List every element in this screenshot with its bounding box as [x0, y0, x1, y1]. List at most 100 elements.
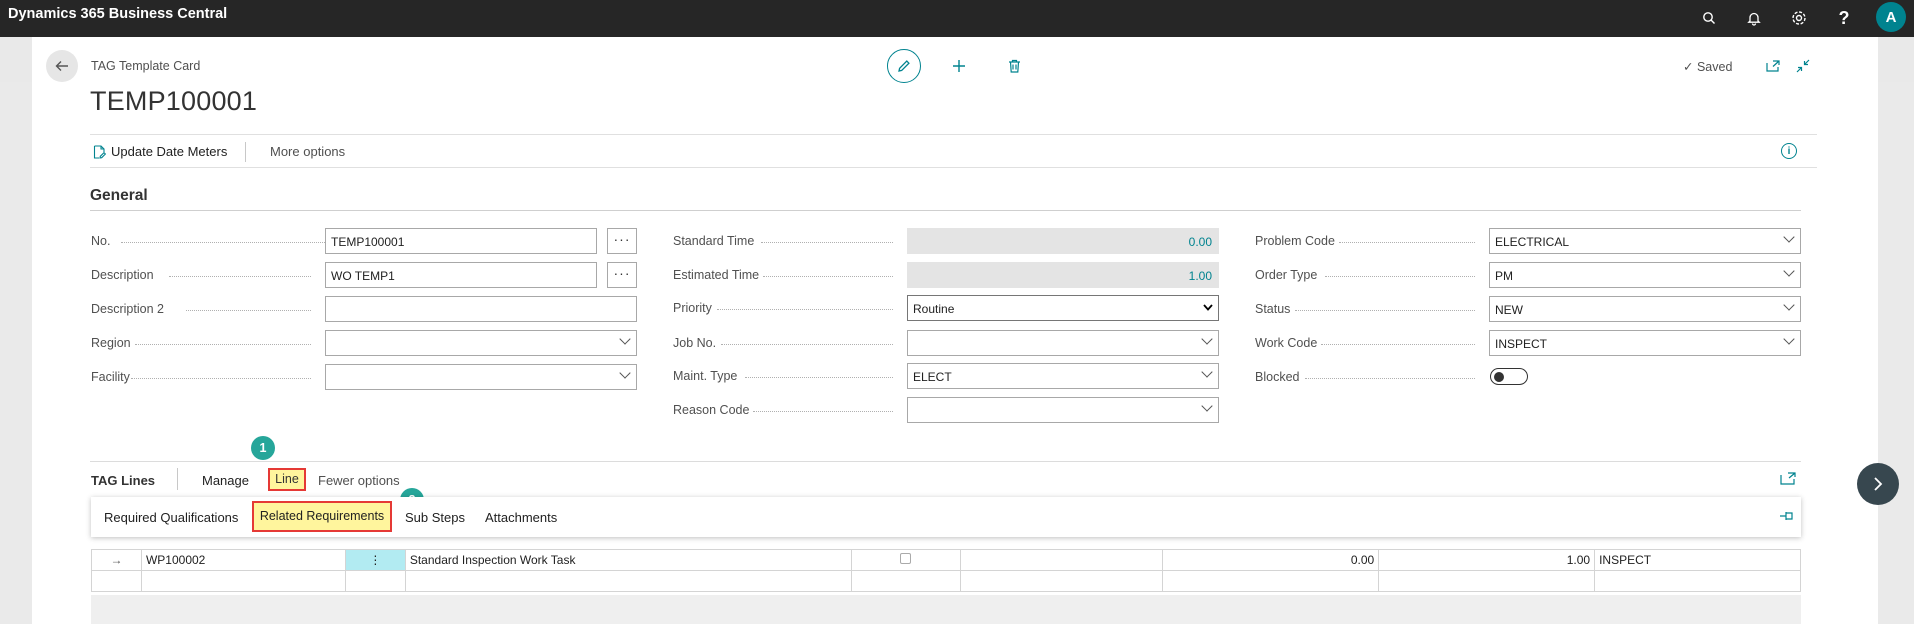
- saved-status: ✓ Saved: [1683, 59, 1732, 74]
- description-cell[interactable]: Standard Inspection Work Task: [404, 549, 852, 571]
- maint-type-dropdown[interactable]: ELECT: [907, 363, 1219, 389]
- check-icon: ✓: [1683, 60, 1694, 74]
- grid-cell[interactable]: [1162, 570, 1380, 592]
- attachments-action[interactable]: Attachments: [485, 510, 557, 525]
- lines-table: → WP100002 ⋮ Standard Inspection Work Ta…: [91, 549, 1801, 592]
- field-standard-time: Standard Time 0.00: [673, 228, 1219, 254]
- field-maint-type: Maint. Type ELECT: [673, 363, 1219, 389]
- delete-button[interactable]: [997, 49, 1031, 83]
- fewer-options-action[interactable]: Fewer options: [318, 473, 400, 488]
- label-leader: [169, 276, 311, 277]
- no-assist-button[interactable]: ···: [607, 228, 637, 254]
- next-record-button[interactable]: [1857, 463, 1899, 505]
- gear-icon[interactable]: [1787, 6, 1811, 30]
- divider: [177, 468, 178, 490]
- grid-cell[interactable]: [404, 570, 852, 592]
- description-2-input[interactable]: [325, 296, 637, 322]
- share-icon[interactable]: [1780, 472, 1796, 486]
- grid-cell[interactable]: [91, 570, 142, 592]
- divider: [90, 461, 1801, 462]
- help-icon[interactable]: ?: [1832, 6, 1856, 30]
- description-assist-button[interactable]: ···: [607, 262, 637, 288]
- field-label: Region: [91, 336, 131, 350]
- more-options-action[interactable]: More options: [270, 144, 345, 159]
- field-label: Estimated Time: [673, 268, 760, 282]
- label-leader: [1321, 344, 1475, 345]
- grid-cell[interactable]: [1378, 570, 1596, 592]
- field-label: Reason Code: [673, 403, 750, 417]
- field-order-type: Order Type PM: [1255, 262, 1801, 288]
- grid-cell[interactable]: [1594, 570, 1801, 592]
- field-estimated-time: Estimated Time 1.00: [673, 262, 1219, 288]
- bell-icon[interactable]: [1742, 6, 1766, 30]
- label-leader: [761, 242, 893, 243]
- info-icon[interactable]: i: [1781, 143, 1797, 159]
- label-leader: [1295, 310, 1475, 311]
- table-row[interactable]: [91, 570, 1801, 592]
- app-bar: Dynamics 365 Business Central ? A: [0, 0, 1914, 37]
- label-leader: [1305, 378, 1475, 379]
- field-reason-code: Reason Code: [673, 397, 1219, 423]
- standard-time-cell[interactable]: 0.00: [1162, 549, 1380, 571]
- field-work-code: Work Code INSPECT: [1255, 330, 1801, 356]
- field-label: Standard Time: [673, 234, 755, 248]
- sub-steps-action[interactable]: Sub Steps: [405, 510, 465, 525]
- facility-dropdown[interactable]: [325, 364, 637, 390]
- related-requirements-action[interactable]: Related Requirements: [252, 501, 392, 532]
- document-edit-icon: [93, 144, 106, 159]
- pin-icon[interactable]: [1779, 510, 1797, 524]
- section-title-general[interactable]: General: [90, 187, 148, 205]
- field-status: Status NEW: [1255, 296, 1801, 322]
- standard-time-value: 0.00: [907, 228, 1219, 254]
- row-menu-button[interactable]: ⋮: [344, 549, 406, 571]
- required-checkbox[interactable]: [900, 553, 912, 564]
- problem-code-dropdown[interactable]: ELECTRICAL: [1489, 228, 1801, 254]
- field-job-no: Job No.: [673, 330, 1219, 356]
- table-row[interactable]: → WP100002 ⋮ Standard Inspection Work Ta…: [91, 549, 1801, 571]
- status-dropdown[interactable]: NEW: [1489, 296, 1801, 322]
- grid-cell[interactable]: [850, 570, 961, 592]
- work-code-cell[interactable]: INSPECT: [1594, 549, 1801, 571]
- no-input[interactable]: TEMP100001: [325, 228, 597, 254]
- required-cell[interactable]: [850, 549, 961, 571]
- update-date-meters-action[interactable]: Update Date Meters: [93, 144, 227, 159]
- plus-icon: [953, 60, 965, 72]
- order-type-dropdown[interactable]: PM: [1489, 262, 1801, 288]
- grid-cell[interactable]: [959, 549, 1164, 571]
- divider: [90, 210, 1801, 211]
- required-qualifications-action[interactable]: Required Qualifications: [104, 510, 238, 525]
- open-new-window-icon[interactable]: [1764, 57, 1782, 75]
- label-leader: [745, 377, 893, 378]
- work-code-dropdown[interactable]: INSPECT: [1489, 330, 1801, 356]
- grid-cell[interactable]: [140, 570, 346, 592]
- app-title[interactable]: Dynamics 365 Business Central: [8, 6, 227, 22]
- collapse-icon[interactable]: [1794, 57, 1812, 75]
- avatar[interactable]: A: [1876, 2, 1906, 32]
- manage-menu[interactable]: Manage: [202, 473, 249, 488]
- back-button[interactable]: [46, 50, 78, 82]
- field-label: Blocked: [1255, 370, 1300, 384]
- step-badge-1: 1: [251, 436, 275, 460]
- region-dropdown[interactable]: [325, 330, 637, 356]
- label-leader: [1325, 276, 1475, 277]
- blocked-toggle[interactable]: [1490, 368, 1528, 385]
- reason-code-dropdown[interactable]: [907, 397, 1219, 423]
- job-no-dropdown[interactable]: [907, 330, 1219, 356]
- field-blocked: Blocked: [1255, 364, 1801, 390]
- divider: [245, 142, 246, 162]
- priority-select[interactable]: Routine: [907, 295, 1219, 321]
- edit-button[interactable]: [887, 49, 921, 83]
- field-region: Region: [91, 330, 637, 356]
- line-menu[interactable]: Line: [268, 468, 306, 491]
- grid-cell[interactable]: [959, 570, 1164, 592]
- grid-cell[interactable]: [344, 570, 406, 592]
- label-leader: [763, 276, 893, 277]
- lines-title[interactable]: TAG Lines: [91, 473, 155, 488]
- saved-label: Saved: [1696, 60, 1733, 74]
- field-label: Maint. Type: [673, 369, 738, 383]
- search-icon[interactable]: [1697, 6, 1721, 30]
- estimated-time-cell[interactable]: 1.00: [1378, 549, 1596, 571]
- new-button[interactable]: [942, 49, 976, 83]
- description-input[interactable]: WO TEMP1: [325, 262, 597, 288]
- step-cell[interactable]: WP100002: [140, 549, 346, 571]
